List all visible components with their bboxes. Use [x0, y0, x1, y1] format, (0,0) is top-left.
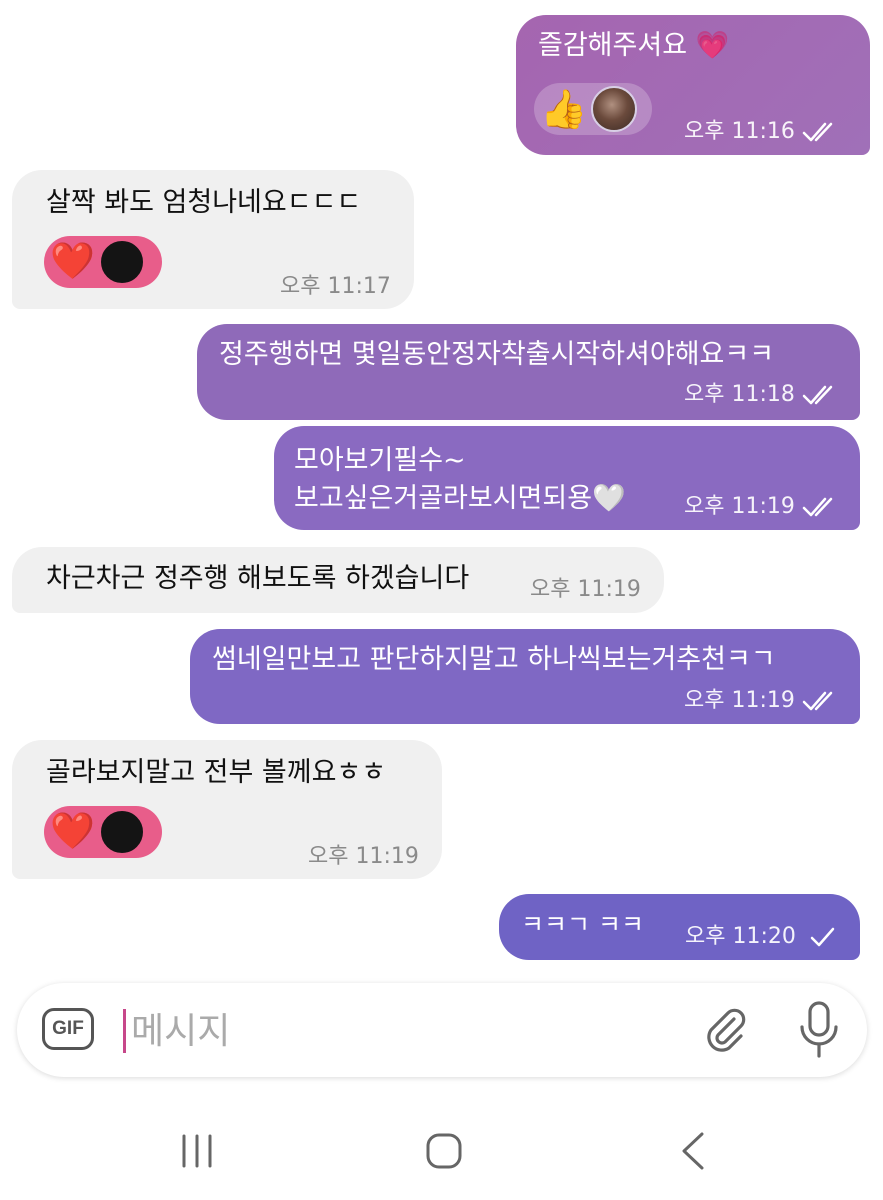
double-check-icon: [802, 691, 833, 711]
single-check-icon: [810, 927, 835, 947]
avatar: [98, 239, 145, 285]
message-bubble-incoming[interactable]: 살짝 봐도 엄청나네요ㄷㄷㄷ ❤️ 오후 11:17: [12, 170, 414, 309]
heart-emoji: ❤️: [50, 241, 95, 282]
message-time: 오후 11:16: [684, 119, 795, 144]
message-meta: 오후 11:19: [684, 494, 841, 520]
message-input[interactable]: [131, 1001, 591, 1061]
message-time: 오후 11:18: [684, 382, 795, 407]
message-meta: 오후 11:19: [308, 844, 419, 870]
message-time: 오후 11:20: [685, 924, 796, 949]
reaction-group[interactable]: ❤️: [44, 806, 162, 858]
avatar: [98, 809, 145, 855]
message-meta: 오후 11:18: [684, 382, 841, 408]
message-bubble-outgoing[interactable]: 썸네일만보고 판단하지말고 하나씩보는거추천ㅋㄱ 오후 11:19: [190, 629, 860, 724]
reaction-group[interactable]: 👍: [534, 83, 652, 135]
double-check-icon: [802, 385, 833, 405]
message-meta: 오후 11:19: [684, 688, 841, 714]
double-check-icon: [802, 497, 833, 517]
message-time: 오후 11:19: [530, 577, 641, 602]
message-bubble-incoming[interactable]: 골라보지말고 전부 볼께요ㅎㅎ ❤️ 오후 11:19: [12, 740, 442, 879]
system-navigation-bar: [0, 1128, 883, 1178]
thumbs-up-emoji: 👍: [540, 87, 588, 131]
microphone-icon[interactable]: [797, 1001, 841, 1059]
recents-icon[interactable]: [178, 1130, 218, 1170]
message-time: 오후 11:19: [308, 844, 419, 869]
message-text: 정주행하면 몇일동안정자착출시작하셔야해요ㅋㅋ: [219, 339, 775, 370]
gif-button[interactable]: GIF: [42, 1008, 94, 1050]
message-text: 골라보지말고 전부 볼께요ㅎㅎ: [46, 757, 387, 788]
message-time: 오후 11:19: [684, 494, 795, 519]
message-time: 오후 11:17: [280, 274, 391, 299]
message-meta: 오후 11:17: [280, 274, 391, 300]
home-icon[interactable]: [425, 1132, 463, 1170]
message-bubble-outgoing[interactable]: 즐감해주셔요 💗 👍 오후 11:16: [516, 15, 870, 155]
message-text: 살짝 봐도 엄청나네요ㄷㄷㄷ: [46, 187, 362, 218]
paperclip-icon[interactable]: [701, 1005, 751, 1055]
back-icon[interactable]: [678, 1130, 708, 1172]
text-cursor: [123, 1009, 126, 1053]
message-bubble-outgoing[interactable]: 모아보기필수~ 보고싶은거골라보시면되용🤍 오후 11:19: [274, 426, 860, 530]
avatar: [591, 86, 638, 132]
heart-emoji: ❤️: [50, 811, 95, 852]
message-meta: 오후 11:19: [530, 577, 641, 603]
message-bubble-outgoing[interactable]: ㅋㅋㄱ ㅋㅋ 오후 11:20: [499, 894, 860, 960]
message-bubble-outgoing[interactable]: 정주행하면 몇일동안정자착출시작하셔야해요ㅋㅋ 오후 11:18: [197, 324, 860, 420]
reaction-group[interactable]: ❤️: [44, 236, 162, 288]
message-text: 차근차근 정주행 해보도록 하겠습니다: [46, 563, 470, 594]
message-meta: 오후 11:16: [684, 119, 841, 145]
message-time: 오후 11:19: [684, 688, 795, 713]
message-meta: 오후 11:20: [685, 924, 842, 950]
message-text: 썸네일만보고 판단하지말고 하나씩보는거추천ㅋㄱ: [212, 644, 776, 675]
double-check-icon: [802, 122, 833, 142]
message-text-line: 모아보기필수~: [294, 445, 466, 476]
message-text-line: 보고싶은거골라보시면되용🤍: [294, 483, 626, 514]
message-bubble-incoming[interactable]: 차근차근 정주행 해보도록 하겠습니다 오후 11:19: [12, 547, 664, 613]
message-text: ㅋㅋㄱ ㅋㅋ: [521, 910, 644, 939]
message-composer: GIF: [17, 983, 867, 1077]
message-text: 즐감해주셔요 💗: [538, 30, 730, 61]
